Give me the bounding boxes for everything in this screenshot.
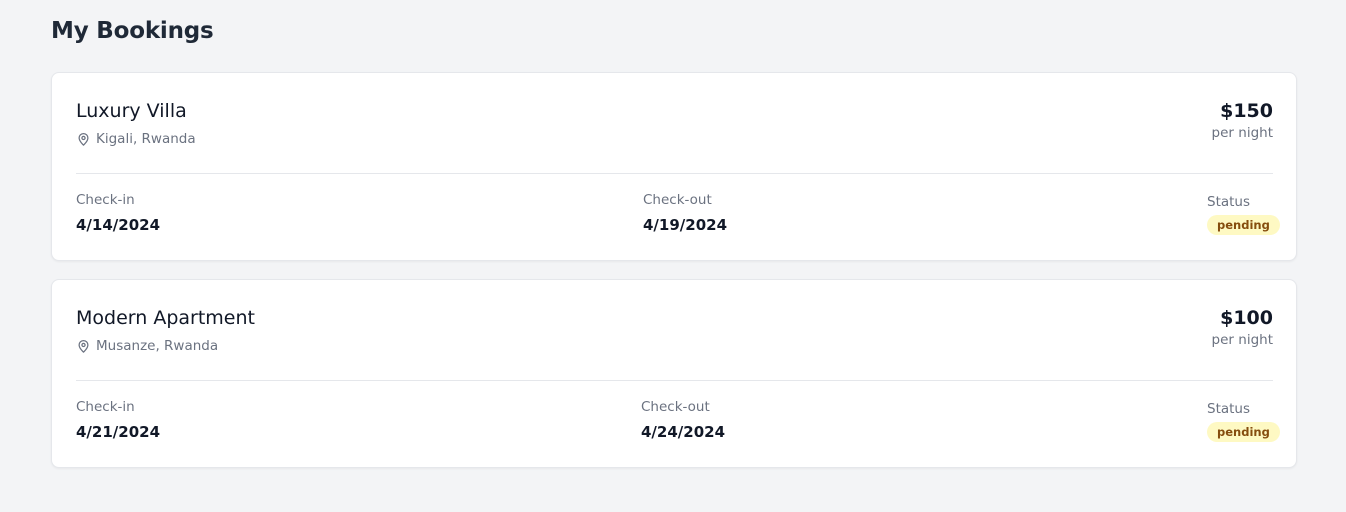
- bookings-page: My Bookings Luxury Villa Kigali, Rwanda …: [0, 0, 1346, 512]
- status-badge: pending: [1207, 215, 1280, 235]
- property-name: Luxury Villa: [76, 100, 187, 122]
- status-badge: pending: [1207, 422, 1280, 442]
- check-in-label: Check-in: [76, 192, 135, 208]
- property-name: Modern Apartment: [76, 307, 255, 329]
- price-unit: per night: [1211, 332, 1273, 348]
- price-amount: $150: [1220, 100, 1273, 122]
- check-in-date: 4/14/2024: [76, 216, 161, 234]
- status: Status pending: [1207, 194, 1280, 235]
- map-pin-icon: [78, 339, 89, 353]
- location-text: Musanze, Rwanda: [96, 338, 219, 354]
- divider: [76, 380, 1273, 381]
- price-unit: per night: [1211, 125, 1273, 141]
- status: Status pending: [1207, 401, 1280, 442]
- check-out-label: Check-out: [641, 399, 710, 415]
- check-in: Check-in 4/14/2024: [76, 192, 160, 234]
- check-out-date: 4/24/2024: [641, 423, 726, 441]
- check-out-label: Check-out: [643, 192, 712, 208]
- check-out: Check-out 4/19/2024: [643, 192, 727, 234]
- price-amount: $100: [1220, 307, 1273, 329]
- status-label: Status: [1207, 194, 1251, 210]
- page-title: My Bookings: [51, 18, 214, 44]
- price-block: $100 per night: [1212, 307, 1273, 348]
- check-out-date: 4/19/2024: [643, 216, 728, 234]
- property-location: Kigali, Rwanda: [76, 131, 196, 147]
- status-label: Status: [1207, 401, 1251, 417]
- divider: [76, 173, 1273, 174]
- map-pin-icon: [78, 132, 89, 146]
- check-in-label: Check-in: [76, 399, 135, 415]
- location-text: Kigali, Rwanda: [96, 131, 196, 147]
- booking-card[interactable]: Luxury Villa Kigali, Rwanda $150 per nig…: [51, 72, 1297, 261]
- property-location: Musanze, Rwanda: [76, 338, 218, 354]
- booking-card[interactable]: Modern Apartment Musanze, Rwanda $100 pe…: [51, 279, 1297, 468]
- check-in: Check-in 4/21/2024: [76, 399, 160, 441]
- check-out: Check-out 4/24/2024: [641, 399, 725, 441]
- price-block: $150 per night: [1212, 100, 1273, 141]
- check-in-date: 4/21/2024: [76, 423, 161, 441]
